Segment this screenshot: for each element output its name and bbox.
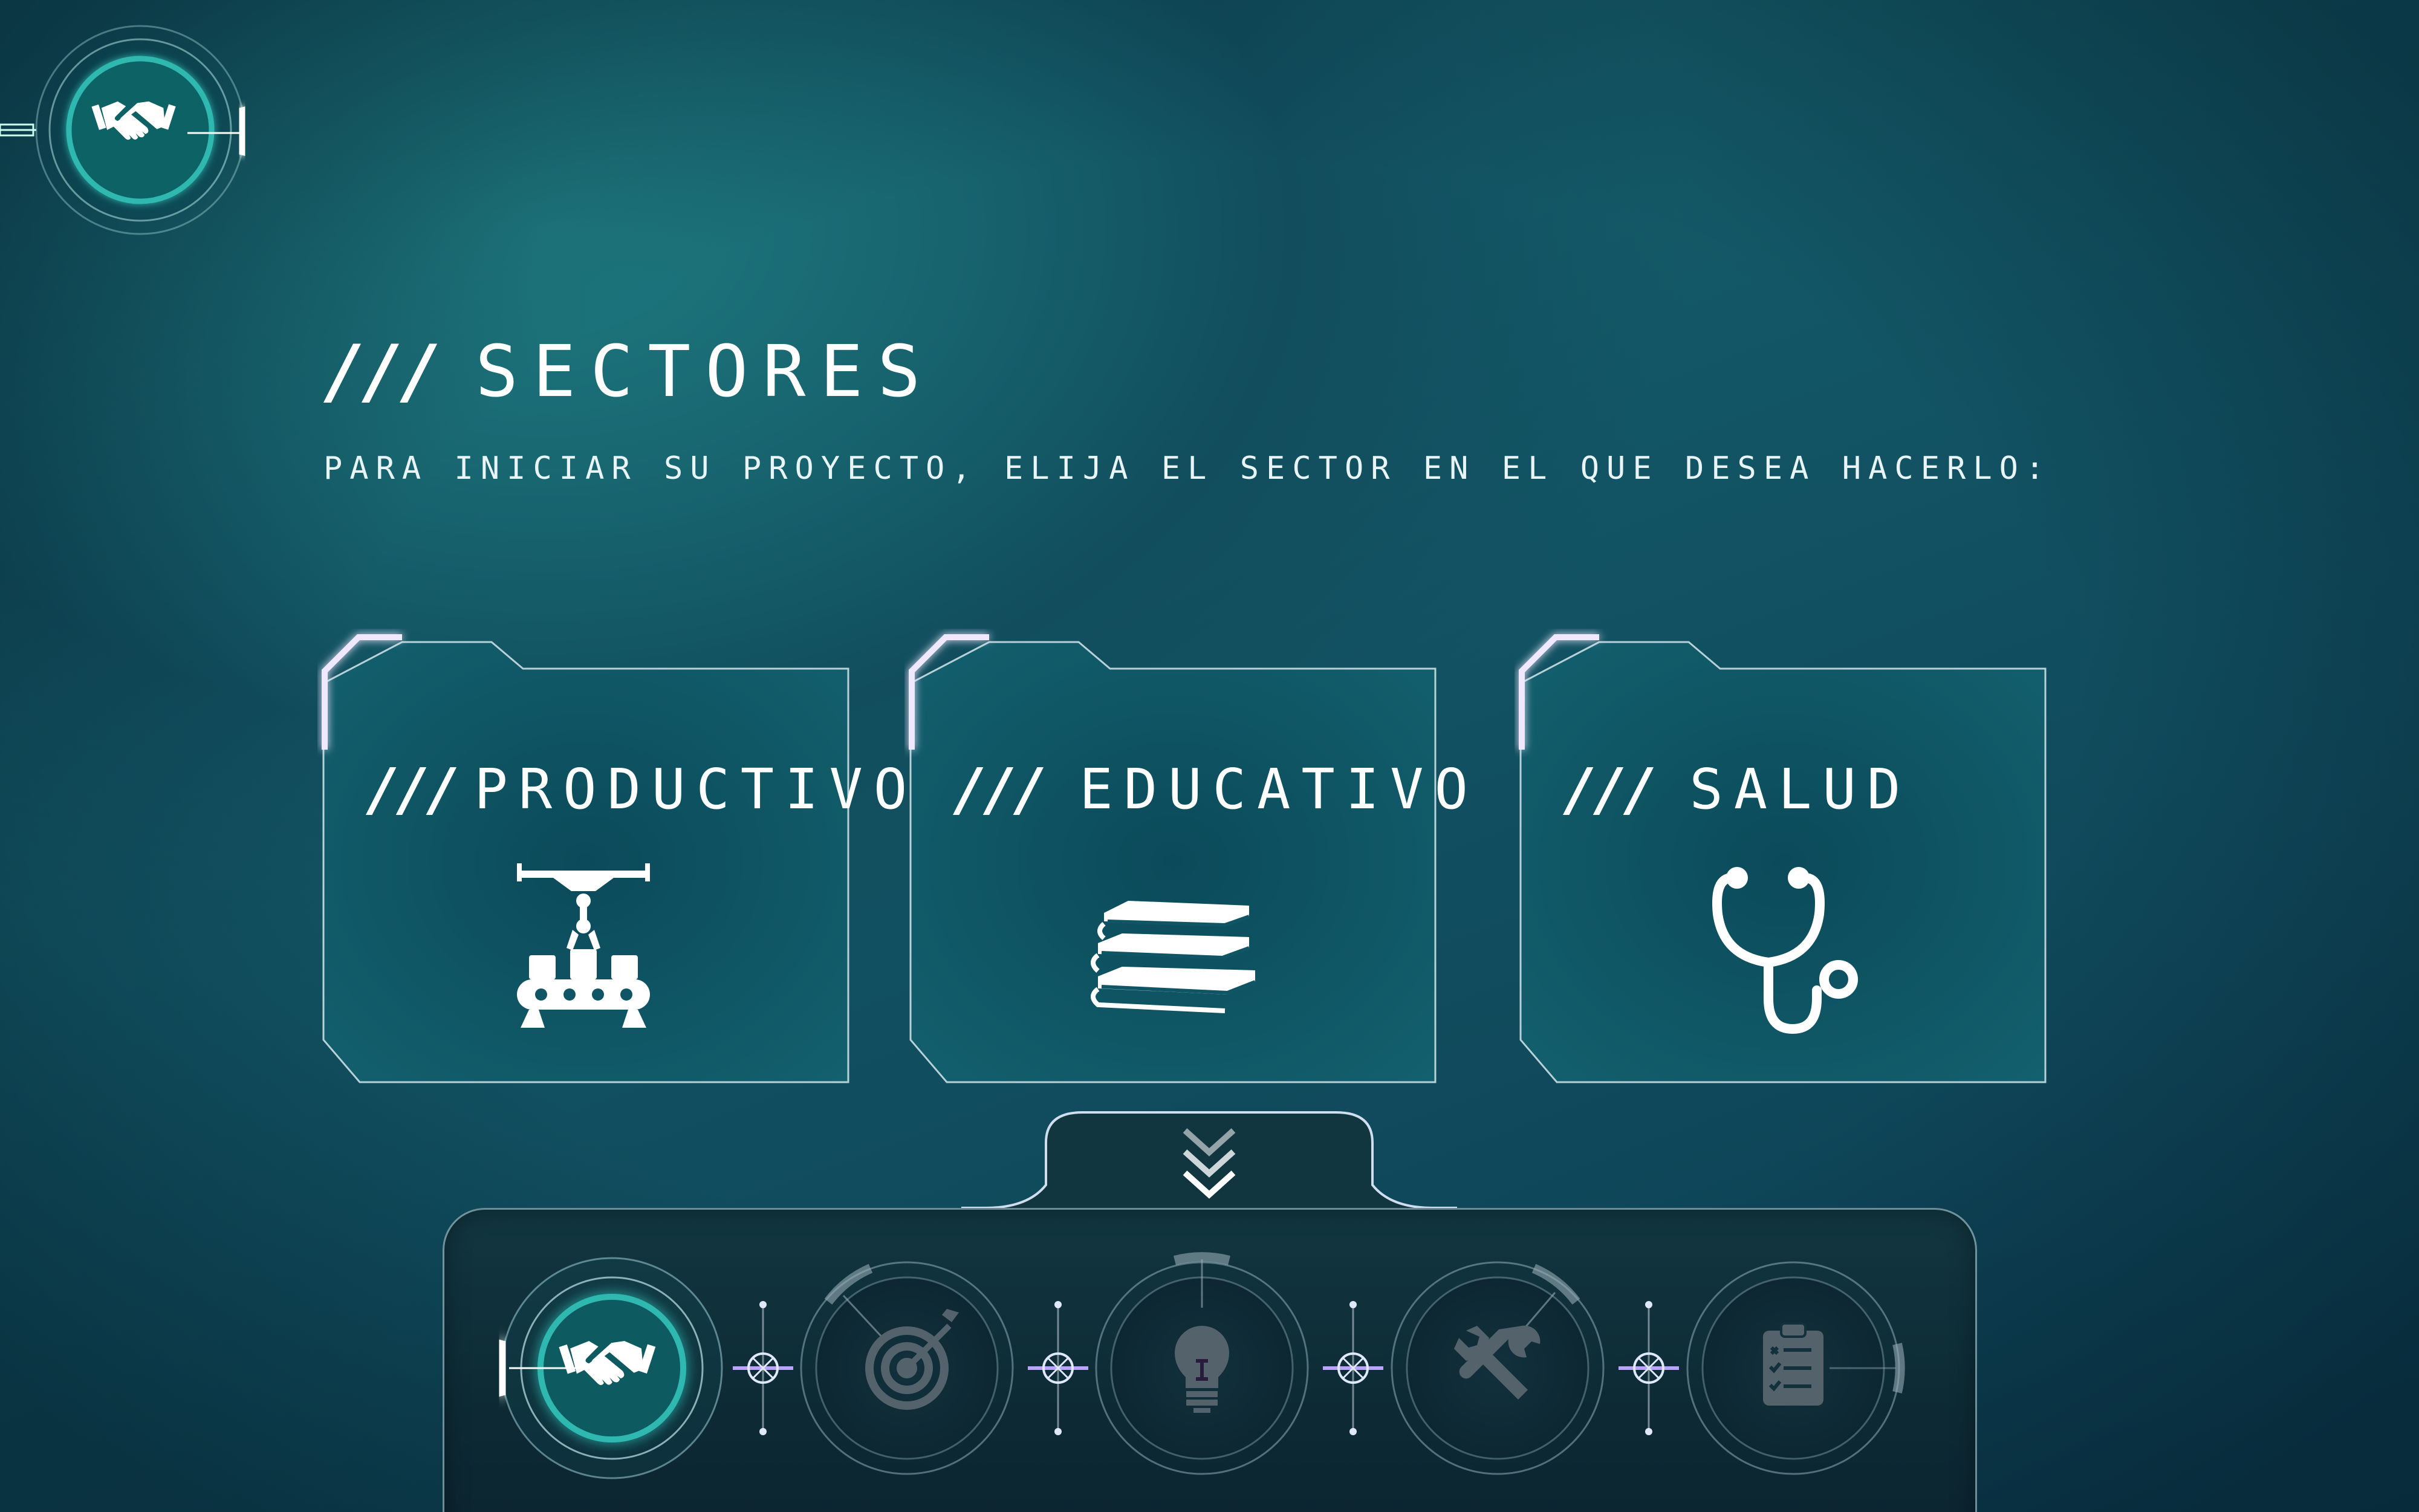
title-prefix: ///: [323, 329, 443, 413]
sector-card-salud[interactable]: /// SALUD: [1515, 629, 2047, 1088]
sector-card-educativo[interactable]: /// EDUCATIVO: [904, 629, 1468, 1088]
card-title-prefix: ///: [366, 756, 461, 823]
logo-badge[interactable]: [0, 18, 278, 260]
card-label-salud: SALUD: [1689, 757, 1912, 822]
step-connector: [1028, 1301, 1088, 1435]
card-title-prefix: ///: [1563, 756, 1658, 823]
books-icon: [1091, 901, 1256, 1013]
card-title-prefix: ///: [953, 756, 1048, 823]
chevron-down-icon[interactable]: [1167, 1118, 1252, 1209]
card-title: /// SALUD: [1563, 756, 1911, 823]
step-connector: [1323, 1301, 1383, 1435]
step-3-lightbulb[interactable]: [1095, 1252, 1309, 1475]
page-subtitle: PARA INICIAR SU PROYECTO, ELIJA EL SECTO…: [323, 450, 2052, 487]
step-5-checklist[interactable]: [1686, 1261, 1905, 1475]
clipboard-checklist-icon: [1763, 1322, 1823, 1406]
header: /// SECTORES PARA INICIAR SU PROYECTO, E…: [323, 329, 2051, 487]
page-title: SECTORES: [475, 329, 935, 413]
step-connector: [1619, 1301, 1679, 1435]
card-title: /// EDUCATIVO: [953, 756, 1479, 823]
step-4-tools[interactable]: [1391, 1261, 1605, 1475]
conveyor-robot-icon: [517, 863, 650, 1028]
card-label-educativo: EDUCATIVO: [1079, 757, 1479, 822]
step-1-handshake[interactable]: [495, 1257, 723, 1479]
step-connector: [733, 1301, 793, 1435]
title-row: /// SECTORES: [323, 329, 2051, 413]
step-2-target[interactable]: [800, 1261, 1014, 1475]
stethoscope-icon: [1712, 867, 1858, 1034]
card-title: /// PRODUCTIVO: [366, 756, 918, 823]
page-background: /// SECTORES PARA INICIAR SU PROYECTO, E…: [0, 0, 2419, 1512]
step-navigation: [495, 1252, 1905, 1479]
card-label-productivo: PRODUCTIVO: [474, 757, 918, 822]
sector-card-productivo[interactable]: /// PRODUCTIVO: [317, 629, 907, 1088]
